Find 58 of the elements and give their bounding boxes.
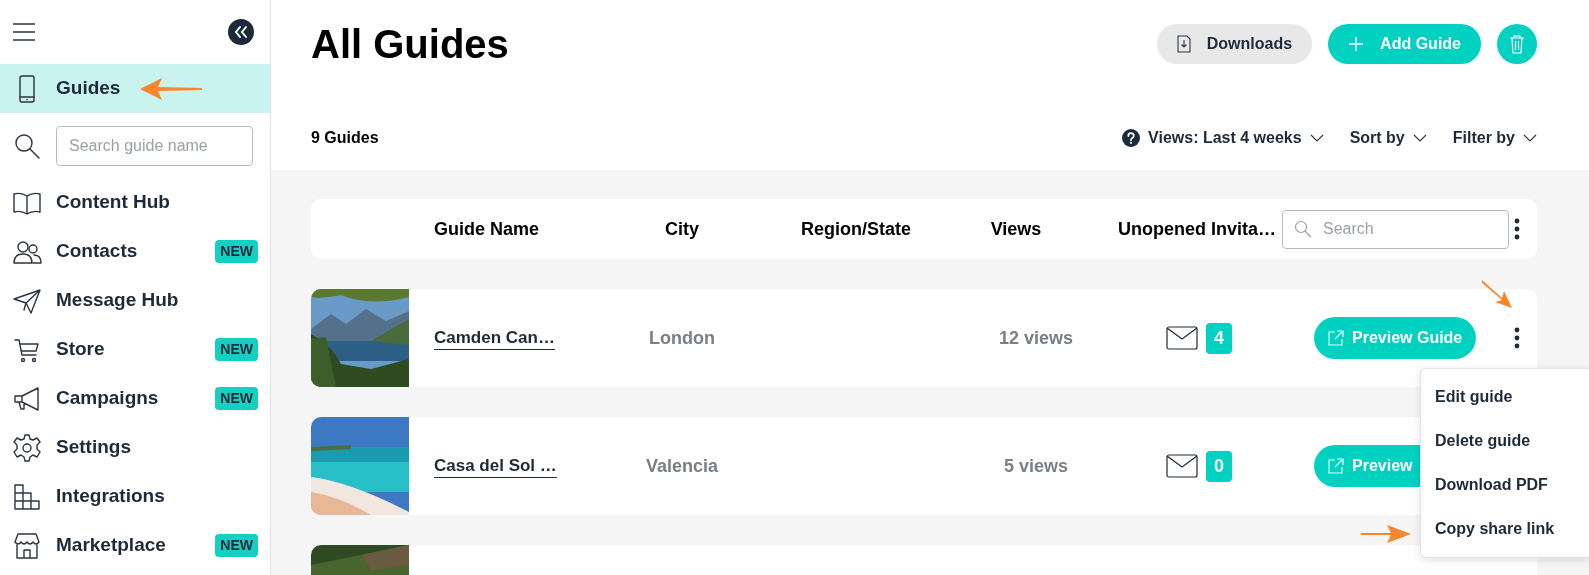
menu-icon[interactable] (12, 23, 36, 41)
sort-dropdown[interactable]: Sort by (1349, 126, 1427, 150)
pointer-arrow (140, 78, 202, 100)
sidebar-item[interactable]: Guides (0, 64, 270, 113)
views-text: 12 views (998, 327, 1074, 348)
search-icon (1294, 219, 1312, 238)
gear-icon (12, 432, 42, 463)
sidebar-item[interactable]: Integrations (0, 472, 270, 521)
chevron-down-icon (1523, 134, 1537, 142)
more-options-icon[interactable] (1513, 218, 1521, 240)
menu-item[interactable]: Copy share link (1421, 507, 1589, 551)
help-icon (1122, 129, 1141, 147)
blocks-icon (12, 481, 42, 512)
views-text: 5 views (1003, 455, 1068, 476)
table-search-field[interactable]: Search (1282, 209, 1509, 249)
filter-dropdown[interactable]: Filter by (1452, 126, 1537, 150)
collapse-button[interactable] (228, 19, 254, 45)
envelope-icon (1166, 454, 1198, 478)
sidebar-item[interactable]: Settings (0, 423, 270, 472)
plus-icon (1348, 36, 1365, 52)
views-dropdown[interactable]: Views: Last 4 weeks (1122, 126, 1324, 150)
column-header: Region/State (801, 218, 911, 239)
city-text: London (649, 327, 715, 348)
column-header: Guide Name (434, 218, 540, 239)
new-badge: NEW (215, 534, 258, 557)
menu-item[interactable]: Edit guide (1421, 375, 1589, 419)
unopened-count: 4 (1206, 322, 1232, 354)
more-options-icon[interactable] (1513, 327, 1521, 349)
chevron-down-icon (1309, 134, 1324, 142)
external-link-icon (1328, 330, 1344, 346)
guide-name-link[interactable]: Casa del Sol … (434, 456, 557, 476)
search-field[interactable]: Search guide name (56, 125, 253, 166)
city-text: Valencia (645, 455, 719, 476)
new-badge: NEW (215, 338, 258, 361)
sidebar-item[interactable]: Marketplace NEW (0, 521, 270, 570)
chevron-down-icon (1412, 134, 1427, 142)
column-header: Views (990, 218, 1042, 239)
pointer-arrow (1361, 524, 1411, 544)
guide-count: 9 Guides (311, 128, 379, 148)
pointer-arrow (1482, 280, 1512, 308)
external-link-icon (1328, 458, 1344, 474)
column-header: Unopened Invita… (1118, 218, 1276, 239)
trash-icon (1509, 34, 1525, 54)
unopened-count: 0 (1206, 450, 1232, 482)
new-badge: NEW (215, 387, 258, 410)
sidebar-item[interactable]: Content Hub (0, 178, 270, 227)
storefront-icon (12, 530, 42, 561)
new-badge: NEW (215, 240, 258, 263)
sidebar-item[interactable]: Store NEW (0, 325, 270, 374)
envelope-icon (1166, 326, 1198, 350)
column-header: City (665, 218, 699, 239)
sidebar-item[interactable]: Campaigns NEW (0, 374, 270, 423)
download-file-icon (1176, 35, 1191, 53)
page-title: All Guides (311, 21, 509, 68)
guide-name-link[interactable]: Camden Can… (434, 328, 555, 348)
downloads-button[interactable]: Downloads (1156, 24, 1313, 64)
sidebar-item[interactable]: Message Hub (0, 276, 270, 325)
sidebar-item[interactable]: Contacts NEW (0, 227, 270, 276)
